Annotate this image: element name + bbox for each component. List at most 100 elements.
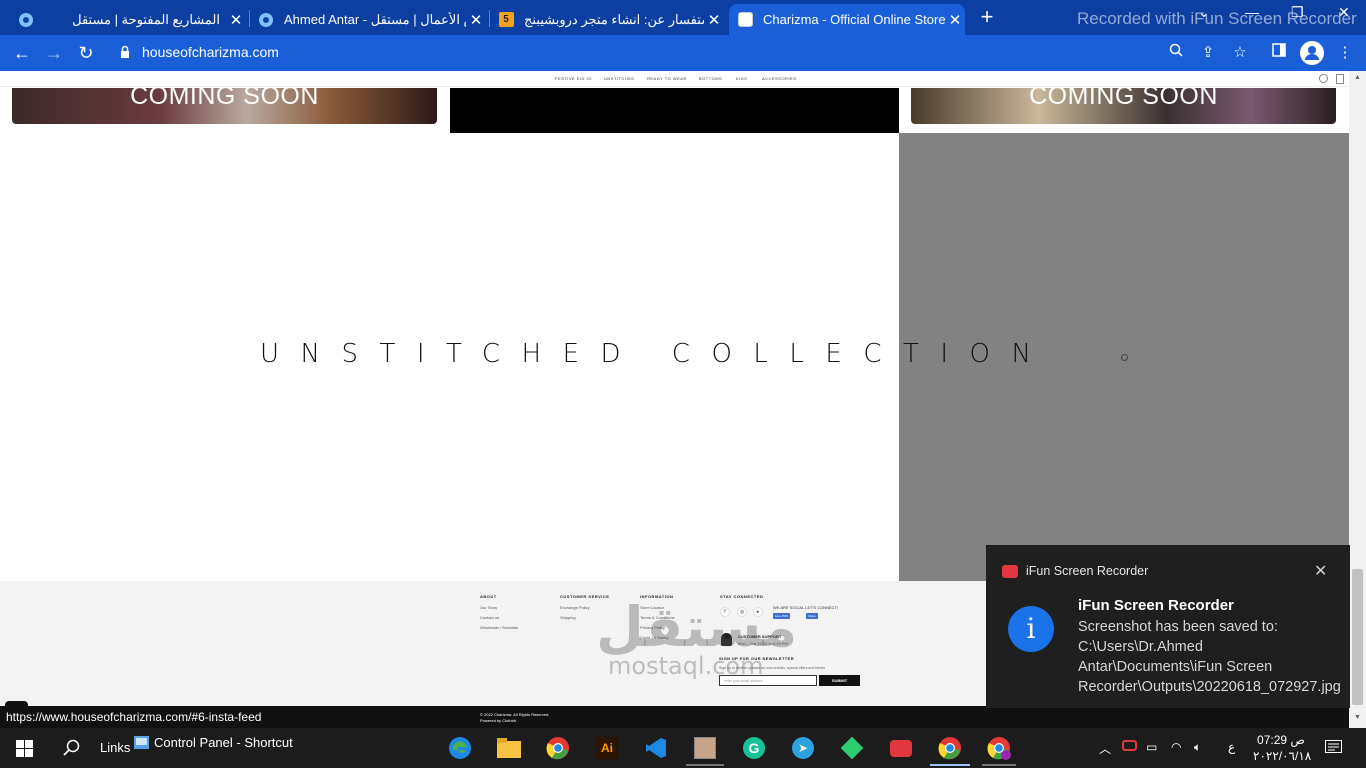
mostaql-watermark-url: mostaql.com (608, 652, 764, 680)
close-icon[interactable]: ✕ (945, 11, 965, 29)
address-bar[interactable]: houseofcharizma.com (142, 44, 279, 60)
back-button[interactable]: ← (9, 41, 35, 65)
tab-dropshipping-inquiry[interactable]: 5 استفسار عن: انشاء متجر دروبشيبنج ✕ (498, 4, 724, 35)
nav-bottoms[interactable]: BOTTOMS (699, 76, 722, 81)
mostaql-watermark: مستقل (596, 595, 798, 659)
diamond-app-icon[interactable] (840, 736, 864, 760)
collection-tile-right[interactable]: COMING SOON (911, 88, 1336, 124)
share-icon[interactable]: ⇪ (1197, 42, 1219, 64)
recorder-app-icon (1002, 565, 1018, 578)
new-tab-button[interactable]: + (976, 6, 998, 28)
link-status-bubble: https://www.houseofcharizma.com/#6-insta… (0, 708, 268, 727)
file-explorer-icon[interactable] (497, 736, 521, 760)
telegram-icon[interactable]: ➤ (791, 736, 815, 760)
collection-tile-left[interactable]: COMING SOON (12, 88, 437, 124)
open-app-indicator (982, 764, 1016, 766)
lock-icon[interactable] (120, 45, 130, 59)
illustrator-icon[interactable]: Ai (595, 736, 619, 760)
close-icon[interactable]: ✕ (226, 11, 246, 29)
tab-title: المشاريع المفتوحة | مستقل (72, 11, 220, 27)
close-icon[interactable]: ✕ (466, 11, 486, 29)
open-app-indicator (686, 764, 724, 766)
windows-start-icon[interactable] (12, 736, 36, 760)
nav-unstitched[interactable]: UNSTITCHED (604, 76, 635, 81)
info-icon: i (1008, 606, 1054, 652)
minimize-icon[interactable]: — (1245, 4, 1259, 20)
system-clock[interactable]: 07:29 ص ٢٠٢٢/٠٦/١٨ (1253, 732, 1311, 764)
tray-overflow-icon[interactable]: ︿ (1099, 740, 1111, 757)
window-close-icon[interactable]: ✕ (1338, 4, 1350, 21)
site-search-icon[interactable] (1319, 74, 1328, 83)
scrollbar-thumb[interactable] (1352, 569, 1363, 705)
scroll-down-arrow-icon[interactable]: ▼ (1354, 714, 1361, 721)
tab-separator (249, 10, 250, 27)
nav-ready-to-wear[interactable]: READY TO WEAR (647, 76, 687, 81)
coming-soon-label: COMING SOON (1029, 88, 1218, 110)
toast-title: iFun Screen Recorder (1078, 597, 1234, 614)
search-icon[interactable] (60, 736, 84, 760)
screen-recorder-icon[interactable] (889, 736, 913, 760)
browser-menu-icon[interactable]: ⋮ (1334, 42, 1356, 64)
links-toolbar[interactable]: Links (100, 740, 130, 755)
volume-icon[interactable]: 🔈︎ (1194, 740, 1201, 755)
footer-link[interactable]: Our Story (480, 605, 518, 610)
mostaql-icon (258, 12, 274, 28)
tray-recorder-icon[interactable] (1122, 740, 1137, 751)
tab-search-icon[interactable]: ⌄ (1198, 4, 1210, 21)
profile-avatar[interactable] (1300, 41, 1324, 65)
newsletter-submit-button[interactable]: SUBMIT (819, 675, 860, 686)
tab-mostaql-open-projects[interactable]: المشاريع المفتوحة | مستقل ✕ (18, 4, 246, 35)
nav-festive-eid[interactable]: FESTIVE EID 22 (555, 76, 592, 81)
close-icon[interactable]: ✕ (1314, 561, 1327, 581)
browser-tabstrip: المشاريع المفتوحة | مستقل ✕ Ahmed Antar … (0, 0, 1366, 35)
cart-icon[interactable] (1336, 74, 1344, 84)
powered-by-text: Powered by Clothbit. (480, 718, 517, 723)
reload-button[interactable]: ↻ (73, 41, 99, 65)
chrome-active-icon[interactable] (938, 736, 962, 760)
nav-kids[interactable]: KIDS (736, 76, 747, 81)
five-icon: 5 (498, 12, 514, 28)
battery-icon[interactable]: ▭ (1146, 740, 1157, 754)
edge-icon[interactable] (448, 736, 472, 760)
chrome-profile-icon[interactable] (987, 736, 1011, 760)
vscode-icon[interactable] (644, 736, 668, 760)
footer-link[interactable]: Contact us (480, 615, 518, 620)
charizma-icon (737, 12, 753, 28)
input-language[interactable]: ع (1228, 740, 1235, 754)
tab-ahmed-antar-portfolio[interactable]: Ahmed Antar - معرض الأعمال | مستقل ✕ (258, 4, 486, 35)
close-icon[interactable]: ✕ (704, 11, 724, 29)
toast-message: Screenshot has been saved to: C:\Users\D… (1078, 619, 1341, 695)
footer-link[interactable]: Wholesale / Stockists (480, 625, 518, 630)
facebook-share-button[interactable]: Share (806, 613, 819, 619)
grammarly-icon[interactable]: G (742, 736, 766, 760)
photo-app-icon[interactable] (693, 736, 717, 760)
bookmark-star-icon[interactable]: ☆ (1229, 42, 1251, 64)
page-scrollbar[interactable]: ▲ ▼ (1349, 71, 1366, 728)
browser-toolbar: ← → ↻ houseofcharizma.com ⇪ ☆ ⋮ (0, 35, 1366, 71)
toast-app-name: iFun Screen Recorder (1026, 564, 1149, 578)
tab-separator (489, 10, 490, 27)
chrome-icon[interactable] (546, 736, 570, 760)
nav-accessories[interactable]: ACCESSORIES (762, 76, 796, 81)
maximize-icon[interactable]: ❐ (1291, 4, 1304, 21)
active-app-indicator (930, 764, 970, 766)
clock-time: 07:29 ص (1257, 733, 1305, 747)
tab-charizma-store[interactable]: Charizma - Official Online Store ✕ (729, 4, 965, 35)
wifi-icon[interactable]: ◠ (1171, 740, 1181, 754)
site-nav: FESTIVE EID 22 UNSTITCHED READY TO WEAR … (0, 71, 1349, 87)
control-panel-icon (133, 734, 149, 750)
recorder-watermark: Recorded with iFun Screen Recorder (1077, 9, 1357, 28)
control-panel-shortcut[interactable]: Control Panel - Shortcut (154, 735, 293, 750)
mostaql-icon (18, 12, 34, 28)
pagination-dot[interactable] (1121, 354, 1128, 361)
side-panel-icon[interactable] (1268, 42, 1290, 64)
collection-tile-center[interactable] (450, 88, 899, 133)
tab-title: Charizma - Official Online Store (763, 12, 945, 27)
scroll-up-arrow-icon[interactable]: ▲ (1354, 74, 1361, 81)
notification-center-icon[interactable] (1325, 740, 1342, 758)
coming-soon-label: COMING SOON (130, 88, 319, 110)
forward-button[interactable]: → (41, 41, 67, 65)
tab-title: Ahmed Antar - معرض الأعمال | مستقل (284, 11, 466, 27)
zoom-icon[interactable] (1165, 42, 1187, 64)
notification-toast[interactable]: iFun Screen Recorder ✕ i iFun Screen Rec… (986, 545, 1350, 708)
